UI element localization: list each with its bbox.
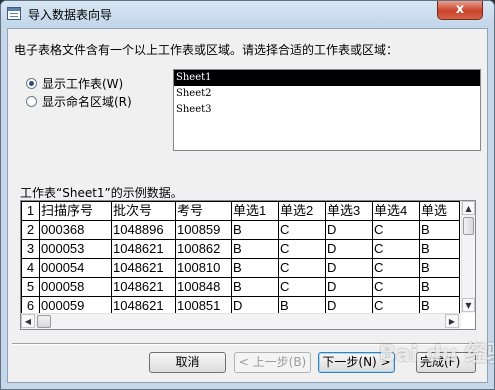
table-cell: D <box>325 220 373 240</box>
wizard-body: 电子表格文件含有一个以上工作表或区域。请选择合适的工作表或区域： 显示工作表(W… <box>7 28 488 383</box>
table-cell: 1048621 <box>111 277 176 297</box>
table-icon <box>7 7 21 20</box>
column-header-cell: 单选 <box>419 201 460 221</box>
table-row: 5 000058 1048621 100848 B C D C B <box>21 277 460 297</box>
row-number-cell: 4 <box>21 258 40 278</box>
scroll-down-icon[interactable]: ▼ <box>462 298 475 312</box>
table-cell: D <box>325 277 373 297</box>
sheet-listbox[interactable]: Sheet1 Sheet2 Sheet3 <box>173 69 481 151</box>
row-number-cell: 5 <box>21 277 40 297</box>
table-cell: C <box>372 239 420 259</box>
table-cell: 1048621 <box>111 296 176 313</box>
baidu-watermark: Bai du 经验 <box>379 342 494 367</box>
table-row: 3 000053 1048621 100862 B C D C B <box>21 239 460 259</box>
sample-data-grid: 1 扫描序号 批次号 考号 单选1 单选2 单选3 单选4 单选 2 000368 1048896 10… <box>20 200 476 330</box>
back-button[interactable]: < 上一步(B) <box>234 352 311 373</box>
table-cell: C <box>278 277 326 297</box>
table-cell: B <box>278 296 326 313</box>
column-header-cell: 单选2 <box>278 201 326 221</box>
table-cell: B <box>231 258 279 278</box>
table-cell: 100851 <box>175 296 232 313</box>
table-row: 2 000368 1048896 100859 B C D C B <box>21 220 460 240</box>
table-cell: 000368 <box>39 220 112 240</box>
row-number-cell: 1 <box>21 201 40 221</box>
column-header-cell: 单选3 <box>325 201 373 221</box>
row-number-cell: 2 <box>21 220 40 240</box>
table-cell: C <box>278 220 326 240</box>
sheet-list-item[interactable]: Sheet1 <box>174 70 480 86</box>
table-cell: 000058 <box>39 277 112 297</box>
table-cell: B <box>419 296 460 313</box>
sample-data-caption: 工作表“Sheet1”的示例数据。 <box>20 186 183 200</box>
vertical-scroll-thumb[interactable] <box>463 217 474 235</box>
table-cell: C <box>372 277 420 297</box>
table-row: 6 000059 1048621 100851 D B D C B <box>21 296 460 313</box>
column-header-cell: 单选1 <box>231 201 279 221</box>
show-worksheets-option[interactable]: 显示工作表(W) <box>26 75 123 91</box>
sheet-list-item[interactable]: Sheet3 <box>174 102 480 118</box>
show-named-ranges-option[interactable]: 显示命名区域(R) <box>26 93 132 109</box>
table-cell: 1048896 <box>111 220 176 240</box>
show-named-ranges-label: 显示命名区域(R) <box>42 94 132 109</box>
table-cell: B <box>419 258 460 278</box>
sheet-list-item[interactable]: Sheet2 <box>174 86 480 102</box>
scroll-left-icon[interactable]: ◀ <box>21 314 35 328</box>
cancel-button[interactable]: 取消 <box>149 352 226 373</box>
radio-show-worksheets[interactable] <box>26 77 37 89</box>
table-cell: 100810 <box>175 258 232 278</box>
table-cell: 100859 <box>175 220 232 240</box>
horizontal-scrollbar[interactable]: ◀ ▶ <box>21 313 461 329</box>
table-cell: D <box>325 239 373 259</box>
sample-data-table: 1 扫描序号 批次号 考号 单选1 单选2 单选3 单选4 单选 2 000368 1048896 10… <box>21 201 460 313</box>
row-number-cell: 6 <box>21 296 40 313</box>
column-header-cell: 单选4 <box>372 201 420 221</box>
table-cell: C <box>372 220 420 240</box>
table-cell: B <box>231 277 279 297</box>
table-cell: 000053 <box>39 239 112 259</box>
row-number-cell: 3 <box>21 239 40 259</box>
table-cell: 1048621 <box>111 258 176 278</box>
import-wizard-window: 导入数据表向导 x 电子表格文件含有一个以上工作表或区域。请选择合适的工作表或区… <box>0 0 495 390</box>
table-cell: D <box>231 296 279 313</box>
table-cell: D <box>325 258 373 278</box>
horizontal-scroll-thumb[interactable] <box>37 315 51 328</box>
table-cell: B <box>419 277 460 297</box>
instruction-text: 电子表格文件含有一个以上工作表或区域。请选择合适的工作表或区域： <box>14 43 399 57</box>
table-cell: B <box>231 220 279 240</box>
close-icon: x <box>455 2 465 17</box>
table-cell: C <box>372 296 420 313</box>
header-row: 1 扫描序号 批次号 考号 单选1 单选2 单选3 单选4 单选 <box>21 201 460 221</box>
table-row: 4 000054 1048621 100810 B C D C B <box>21 258 460 278</box>
table-cell: B <box>231 239 279 259</box>
title-bar[interactable]: 导入数据表向导 x <box>1 1 494 27</box>
close-button[interactable]: x <box>437 1 483 20</box>
table-cell: 100862 <box>175 239 232 259</box>
table-cell: 000054 <box>39 258 112 278</box>
table-cell: B <box>419 220 460 240</box>
table-cell: C <box>278 239 326 259</box>
show-worksheets-label: 显示工作表(W) <box>42 76 124 91</box>
table-cell: C <box>278 258 326 278</box>
column-header-cell: 批次号 <box>111 201 176 221</box>
window-title: 导入数据表向导 <box>28 8 113 22</box>
table-cell: 100848 <box>175 277 232 297</box>
scroll-up-icon[interactable]: ▲ <box>462 201 475 215</box>
table-cell: C <box>372 258 420 278</box>
radio-show-named-ranges[interactable] <box>26 95 37 107</box>
scroll-right-icon[interactable]: ▶ <box>445 314 459 328</box>
column-header-cell: 考号 <box>175 201 232 221</box>
table-cell: B <box>419 239 460 259</box>
table-cell: D <box>325 296 373 313</box>
column-header-cell: 扫描序号 <box>39 201 112 221</box>
table-cell: 1048621 <box>111 239 176 259</box>
vertical-scrollbar[interactable]: ▲ ▼ <box>461 201 475 313</box>
sample-data-viewport: 1 扫描序号 批次号 考号 单选1 单选2 单选3 单选4 单选 2 000368 1048896 10… <box>21 201 461 313</box>
table-cell: 000059 <box>39 296 112 313</box>
